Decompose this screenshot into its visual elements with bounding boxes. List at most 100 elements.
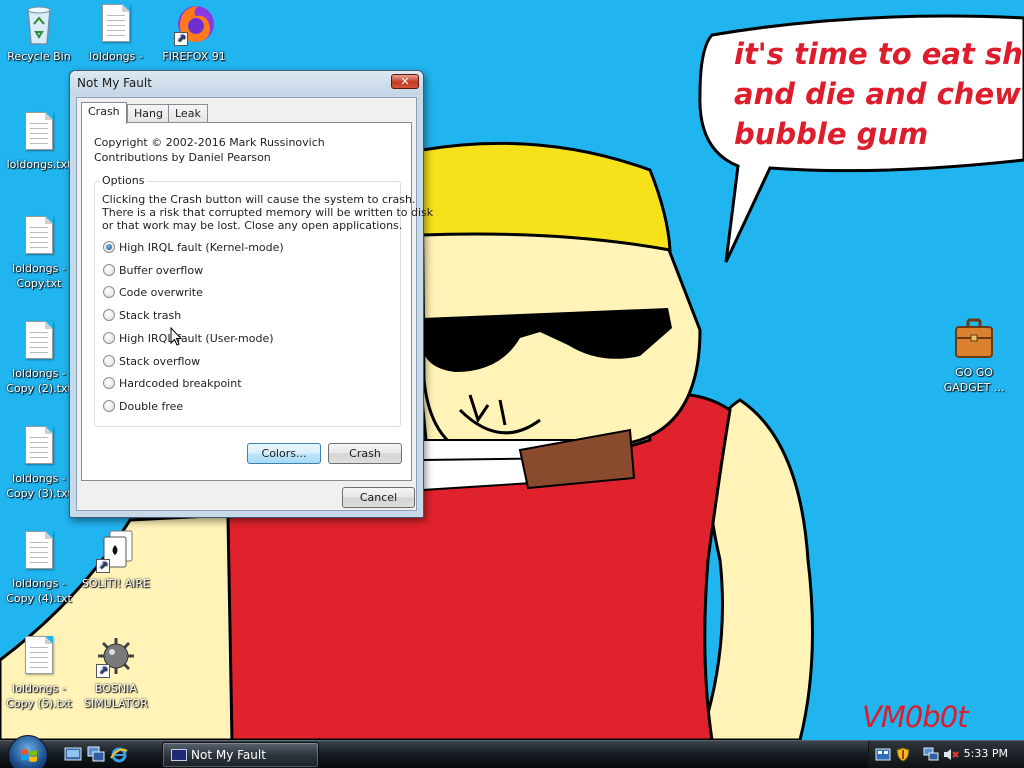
desktop-icon-label: loldongs - Copy (4).txt <box>6 577 72 605</box>
text-file-icon <box>19 110 59 154</box>
radio-button-icon[interactable] <box>103 241 115 253</box>
crash-button[interactable]: Crash <box>328 443 402 464</box>
tab-crash[interactable]: Crash <box>81 102 127 124</box>
desktop-icon-recycle-bin[interactable]: Recycle Bin <box>0 2 80 64</box>
speech-bubble-text: it's time to eat shit and die and chew b… <box>734 37 1024 151</box>
option-code-overwrite[interactable]: Code overwrite <box>103 284 203 300</box>
desktop-icon-label: FIREFOX 91 <box>162 50 226 63</box>
radio-button-icon[interactable] <box>103 377 115 389</box>
options-legend: Options <box>100 174 147 187</box>
desktop-icon-loldongs-copy[interactable]: loldongs - Copy.txt <box>0 214 80 291</box>
language-bar-icon[interactable] <box>875 747 891 762</box>
desktop-icon-loldongs[interactable]: loldongs - <box>75 2 157 64</box>
shortcut-arrow-icon: ↗ <box>96 664 110 678</box>
option-label: Stack trash <box>119 308 182 322</box>
not-my-fault-window: Not My Fault ✕ Crash Hang Leak Copyright… <box>69 70 434 518</box>
text-file-icon <box>19 214 59 258</box>
option-stack-overflow[interactable]: Stack overflow <box>103 353 200 369</box>
desktop-icon-label: loldongs - Copy.txt <box>12 262 66 290</box>
desktop-icon-loldongs-copy-2[interactable]: loldongs - Copy (2).txt <box>0 319 80 396</box>
option-buffer-overflow[interactable]: Buffer overflow <box>103 262 203 278</box>
desktop-icon-label: Recycle Bin <box>7 50 71 63</box>
crash-tab-panel: Copyright © 2002-2016 Mark Russinovich C… <box>81 122 434 481</box>
desktop-icon-label: GO GO GADGET ... <box>943 366 1005 394</box>
cancel-button[interactable]: Cancel <box>342 487 415 508</box>
radio-button-icon[interactable] <box>103 400 115 412</box>
option-label: Code overwrite <box>119 285 203 299</box>
desktop-icon-firefox[interactable]: ↗ FIREFOX 91 <box>153 2 235 64</box>
mine-icon: ↗ <box>96 634 136 678</box>
volume-muted-icon[interactable] <box>943 747 959 762</box>
option-double-free[interactable]: Double free <box>103 398 183 414</box>
network-icon[interactable] <box>923 747 939 762</box>
desktop-icon-loldongs-copy-4[interactable]: loldongs - Copy (4).txt <box>0 529 80 606</box>
warning-line: Clicking the Crash button will cause the… <box>102 193 416 206</box>
shortcut-arrow-icon: ↗ <box>96 559 110 573</box>
windows-logo-icon <box>21 749 37 762</box>
firefox-icon: ↗ <box>174 2 214 46</box>
security-shield-icon[interactable] <box>895 747 911 762</box>
colors-button[interactable]: Colors... <box>247 443 321 464</box>
window-client-area: Crash Hang Leak Copyright © 2002-2016 Ma… <box>76 97 434 511</box>
radio-button-icon[interactable] <box>103 355 115 367</box>
window-title: Not My Fault <box>77 76 152 90</box>
recycle-bin-icon <box>19 2 59 46</box>
radio-button-icon[interactable] <box>103 286 115 298</box>
desktop-icon-loldongs-copy-5[interactable]: loldongs - Copy (5).txt <box>0 634 80 711</box>
system-tray: 5:33 PM <box>868 741 1024 768</box>
copyright-text: Copyright © 2002-2016 Mark Russinovich C… <box>94 135 325 165</box>
desktop-icon-label: loldongs - <box>89 50 143 63</box>
text-file-icon <box>19 529 59 573</box>
desktop-icon-label: loldongs - Copy (5).txt <box>6 682 72 710</box>
text-file-icon <box>19 319 59 363</box>
desktop-icon-label: loldongs.txt <box>6 158 72 171</box>
desktop-icon-gadget[interactable]: GO GO GADGET ... <box>933 318 1015 395</box>
text-file-icon <box>19 634 59 678</box>
warning-line: or that work may be lost. Close any open… <box>102 219 403 232</box>
radio-button-icon[interactable] <box>103 332 115 344</box>
contributions-line: Contributions by Daniel Pearson <box>94 151 271 164</box>
desktop-icon-label: SOLITI! AIRE <box>81 577 151 590</box>
show-desktop-icon[interactable] <box>64 746 82 763</box>
taskbar: Not My Fault 5:33 PM <box>0 735 1024 768</box>
radio-button-icon[interactable] <box>103 264 115 276</box>
desktop-icon-label: loldongs - Copy (2).txt <box>6 367 72 395</box>
playing-cards-icon: ↗ <box>96 529 136 573</box>
options-group: Options Clicking the Crash button will c… <box>94 174 434 427</box>
internet-explorer-icon[interactable] <box>110 746 128 763</box>
taskbar-button-not-my-fault[interactable]: Not My Fault <box>162 742 319 768</box>
taskbar-button-label: Not My Fault <box>191 748 266 762</box>
desktop-icon-solitaire[interactable]: ↗ SOLITI! AIRE <box>75 529 157 591</box>
tab-hang[interactable]: Hang <box>127 104 170 123</box>
tab-leak[interactable]: Leak <box>168 104 208 123</box>
option-label: Buffer overflow <box>119 263 204 277</box>
option-stack-trash[interactable]: Stack trash <box>103 307 181 323</box>
option-label: High IRQL fault (Kernel-mode) <box>119 240 284 254</box>
desktop-icon-label: loldongs - Copy (3).txt <box>6 472 72 500</box>
desktop-icon-label: BOSNIA SIMULATOR <box>84 682 148 710</box>
desktop-icon-loldongs-copy-3[interactable]: loldongs - Copy (3).txt <box>0 424 80 501</box>
close-button[interactable]: ✕ <box>391 74 419 89</box>
copyright-line: Copyright © 2002-2016 Mark Russinovich <box>94 136 325 149</box>
crash-warning-text: Clicking the Crash button will cause the… <box>102 193 434 232</box>
option-label: High IRQL fault (User-mode) <box>119 331 274 345</box>
clock[interactable]: 5:33 PM <box>964 747 1008 760</box>
artist-signature: VM0b0t <box>862 700 969 734</box>
option-high-irql-user[interactable]: High IRQL fault (User-mode) <box>103 330 274 346</box>
desktop-icon-bosnia-simulator[interactable]: ↗ BOSNIA SIMULATOR <box>75 634 157 711</box>
switch-windows-icon[interactable] <box>87 746 105 763</box>
window-titlebar[interactable]: Not My Fault ✕ <box>70 71 423 95</box>
desktop-icon-loldongs-txt[interactable]: loldongs.txt <box>0 110 80 172</box>
option-hardcoded-breakpoint[interactable]: Hardcoded breakpoint <box>103 375 242 391</box>
option-label: Stack overflow <box>119 354 201 368</box>
radio-button-icon[interactable] <box>103 309 115 321</box>
option-label: Hardcoded breakpoint <box>119 376 242 390</box>
briefcase-icon <box>954 318 994 362</box>
option-label: Double free <box>119 399 184 413</box>
app-window-icon <box>171 749 187 761</box>
shortcut-arrow-icon: ↗ <box>174 32 188 46</box>
text-file-icon <box>19 424 59 468</box>
option-high-irql-kernel[interactable]: High IRQL fault (Kernel-mode) <box>103 239 284 255</box>
start-button[interactable] <box>8 735 48 768</box>
warning-line: There is a risk that corrupted memory wi… <box>102 206 434 219</box>
